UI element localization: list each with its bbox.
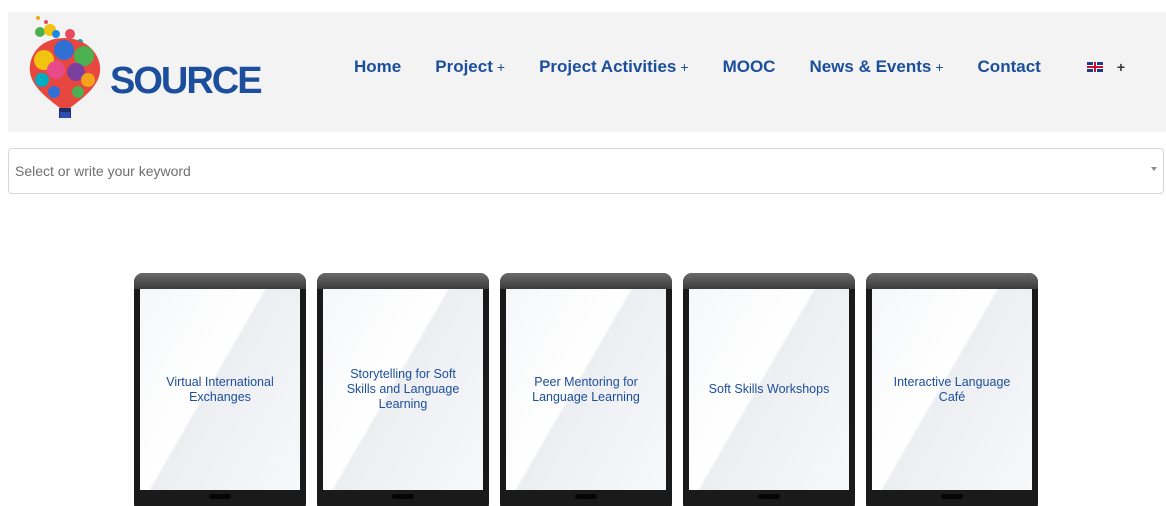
tablet-card-virtual-international-exchanges[interactable]: Virtual International Exchanges (134, 273, 306, 506)
tablet-bezel (683, 273, 855, 289)
site-header: SOURCE Home Project + Project Activities… (8, 12, 1166, 132)
nav-mooc[interactable]: MOOC (723, 57, 776, 77)
tablet-card-soft-skills-workshops[interactable]: Soft Skills Workshops (683, 273, 855, 506)
language-switcher[interactable]: + (1086, 59, 1125, 75)
nav-project[interactable]: Project + (435, 57, 505, 77)
nav-project-activities-label: Project Activities (539, 57, 677, 76)
tablet-home-button (758, 494, 780, 499)
nav-mooc-label: MOOC (722, 57, 776, 76)
keyword-select[interactable]: Select or write your keyword (8, 148, 1164, 194)
nav-news-events[interactable]: News & Events + (809, 57, 943, 77)
nav-news-events-plus-icon[interactable]: + (935, 59, 943, 75)
nav-project-activities[interactable]: Project Activities + (539, 57, 689, 77)
tablet-label[interactable]: Peer Mentoring for Language Learning (506, 375, 666, 405)
nav-home[interactable]: Home (354, 57, 401, 77)
nav-home-label: Home (354, 57, 402, 76)
nav-project-label: Project (435, 57, 493, 76)
nav-news-events-label: News & Events (809, 57, 932, 76)
nav-contact[interactable]: Contact (978, 57, 1041, 77)
tablet-bezel (500, 273, 672, 289)
search-placeholder: Select or write your keyword (15, 163, 191, 179)
nav-contact-label: Contact (977, 57, 1041, 76)
main-nav: Home Project + Project Activities + MOOC… (354, 54, 1125, 80)
tablet-bezel (134, 273, 306, 289)
page: SOURCE Home Project + Project Activities… (0, 0, 1166, 506)
nav-project-activities-plus-icon[interactable]: + (680, 59, 688, 75)
tablet-home-button (392, 494, 414, 499)
uk-flag-icon (1086, 62, 1103, 72)
tablet-card-interactive-language-cafe[interactable]: Interactive Language Café (866, 273, 1038, 506)
tablet-bezel (866, 273, 1038, 289)
nav-project-plus-icon[interactable]: + (497, 59, 505, 75)
tablet-card-peer-mentoring[interactable]: Peer Mentoring for Language Learning (500, 273, 672, 506)
tablet-screen: Soft Skills Workshops (689, 289, 849, 490)
tablet-label[interactable]: Storytelling for Soft Skills and Languag… (323, 367, 483, 412)
tablet-home-button (209, 494, 231, 499)
chevron-down-icon[interactable] (1151, 167, 1157, 171)
source-logo[interactable]: SOURCE (26, 12, 266, 128)
tablet-card-storytelling[interactable]: Storytelling for Soft Skills and Languag… (317, 273, 489, 506)
tablet-label[interactable]: Interactive Language Café (872, 375, 1032, 405)
tablet-screen: Storytelling for Soft Skills and Languag… (323, 289, 483, 490)
language-plus-icon[interactable]: + (1117, 59, 1125, 75)
tablet-home-button (575, 494, 597, 499)
logo-text: SOURCE (110, 60, 263, 102)
tablet-label[interactable]: Virtual International Exchanges (140, 375, 300, 405)
tablet-label[interactable]: Soft Skills Workshops (697, 382, 842, 397)
tablet-screen: Virtual International Exchanges (140, 289, 300, 490)
tablet-screen: Peer Mentoring for Language Learning (506, 289, 666, 490)
tablet-bezel (317, 273, 489, 289)
tablet-screen: Interactive Language Café (872, 289, 1032, 490)
tablet-home-button (941, 494, 963, 499)
